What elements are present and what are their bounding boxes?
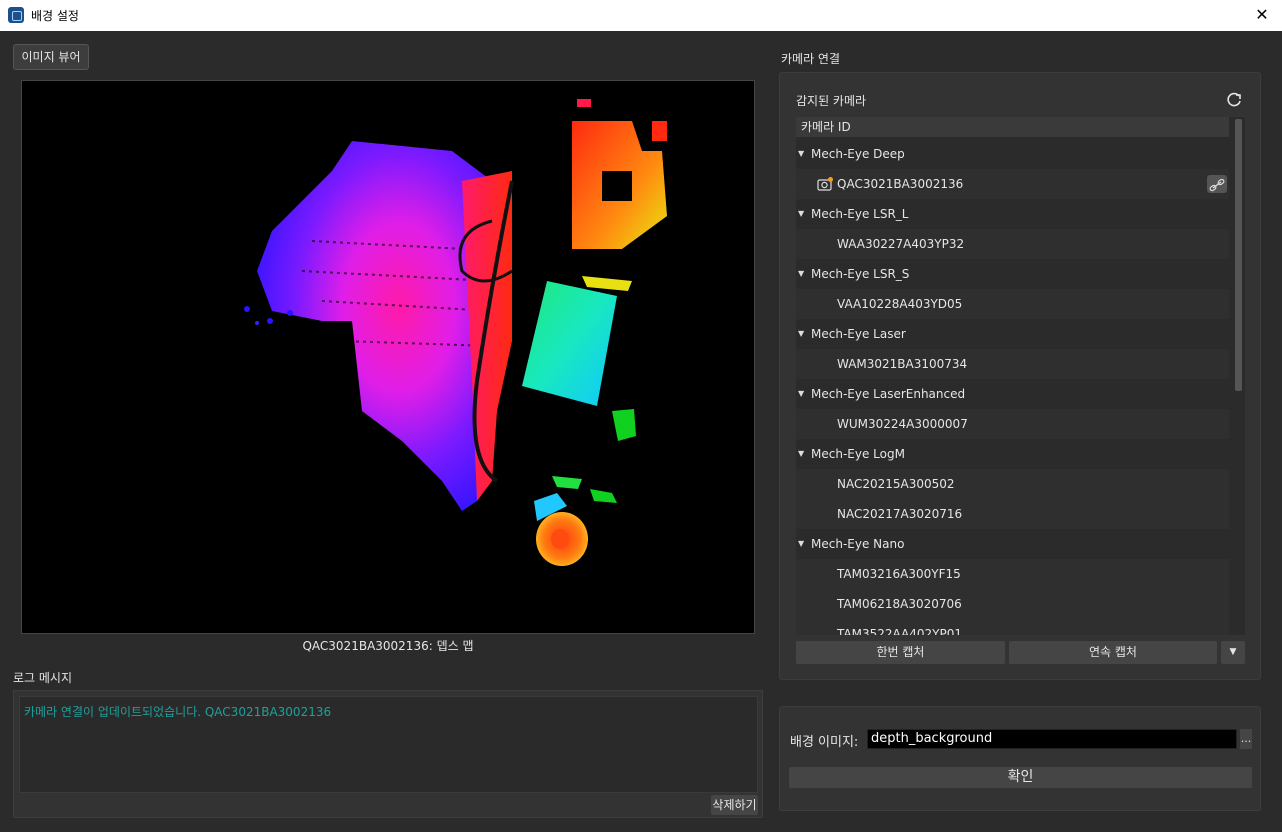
background-panel: 배경 이미지: depth_background ... 확인: [779, 706, 1261, 811]
camera-item[interactable]: VAA10228A403YD05: [796, 289, 1229, 319]
chevron-down-icon[interactable]: ▼: [798, 259, 808, 289]
camera-id: TAM03216A300YF15: [837, 567, 961, 581]
window-title: 배경 설정: [31, 9, 79, 23]
viewer-caption: QAC3021BA3002136: 뎁스 맵: [302, 639, 474, 653]
camera-panel: 감지된 카메라 카메라 ID ▼ Mech-Eye Deep QAC3021BA30…: [779, 72, 1261, 680]
camera-item[interactable]: TAM06218A3020706: [796, 589, 1229, 619]
camera-group-label: Mech-Eye LSR_S: [811, 267, 910, 281]
camera-group-label: Mech-Eye Deep: [811, 147, 905, 161]
capture-once-button[interactable]: 한번 캡처: [796, 641, 1005, 664]
camera-item[interactable]: TAM03216A300YF15: [796, 559, 1229, 589]
camera-group-label: Mech-Eye LSR_L: [811, 207, 909, 221]
camera-id: TAM06218A3020706: [837, 597, 962, 611]
camera-item[interactable]: QAC3021BA3002136: [796, 169, 1229, 199]
chevron-down-icon[interactable]: ▼: [798, 439, 808, 469]
camera-group[interactable]: ▼ Mech-Eye LSR_S: [796, 259, 1229, 289]
camera-id: VAA10228A403YD05: [837, 297, 963, 311]
camera-id: WUM30224A3000007: [837, 417, 968, 431]
detected-cameras-label: 감지된 카메라: [796, 94, 867, 108]
chevron-down-icon[interactable]: ▼: [798, 529, 808, 559]
confirm-button[interactable]: 확인: [789, 767, 1252, 788]
camera-item[interactable]: WUM30224A3000007: [796, 409, 1229, 439]
camera-tree-rows: ▼ Mech-Eye Deep QAC3021BA3002136 ▼ Mech-Eye …: [796, 139, 1229, 635]
camera-id: NAC20215A300502: [837, 477, 955, 491]
camera-id-column-header[interactable]: 카메라 ID: [796, 117, 1229, 137]
log-panel: 카메라 연결이 업데이트되었습니다. QAC3021BA3002136 삭제하기: [13, 690, 763, 818]
camera-item[interactable]: WAM3021BA3100734: [796, 349, 1229, 379]
tab-image-viewer[interactable]: 이미지 뷰어: [13, 44, 89, 70]
chevron-down-icon[interactable]: ▼: [798, 379, 808, 409]
camera-id: WAM3021BA3100734: [837, 357, 968, 371]
camera-item[interactable]: TAM3522AA402YP01: [796, 619, 1229, 635]
clear-log-button[interactable]: 삭제하기: [711, 795, 758, 815]
camera-item[interactable]: NAC20217A3020716: [796, 499, 1229, 529]
chevron-down-icon[interactable]: ▼: [798, 199, 808, 229]
camera-id: NAC20217A3020716: [837, 507, 963, 521]
camera-group-label: Mech-Eye LaserEnhanced: [811, 387, 966, 401]
camera-group[interactable]: ▼ Mech-Eye Nano: [796, 529, 1229, 559]
camera-icon: [817, 177, 833, 191]
close-icon[interactable]: ✕: [1252, 5, 1272, 25]
camera-id: WAA30227A403YP32: [837, 237, 965, 251]
chevron-down-icon[interactable]: ▼: [1221, 641, 1245, 664]
camera-group[interactable]: ▼ Mech-Eye Deep: [796, 139, 1229, 169]
log-title: 로그 메시지: [13, 671, 73, 685]
camera-group[interactable]: ▼ Mech-Eye LaserEnhanced: [796, 379, 1229, 409]
camera-item[interactable]: NAC20215A300502: [796, 469, 1229, 499]
chevron-down-icon[interactable]: ▼: [798, 139, 808, 169]
camera-group[interactable]: ▼ Mech-Eye LSR_L: [796, 199, 1229, 229]
camera-group[interactable]: ▼ Mech-Eye Laser: [796, 319, 1229, 349]
tree-scroll-thumb[interactable]: [1235, 119, 1242, 391]
background-image-label: 배경 이미지:: [790, 735, 859, 750]
refresh-icon[interactable]: [1225, 91, 1243, 109]
log-message: 카메라 연결이 업데이트되었습니다. QAC3021BA3002136: [24, 705, 332, 719]
app-icon: [8, 7, 24, 23]
camera-group-label: Mech-Eye LogM: [811, 447, 905, 461]
tree-scrollbar[interactable]: [1234, 117, 1243, 635]
log-message-box[interactable]: 카메라 연결이 업데이트되었습니다. QAC3021BA3002136: [19, 696, 758, 793]
camera-id: QAC3021BA3002136: [837, 177, 964, 191]
chevron-down-icon[interactable]: ▼: [798, 319, 808, 349]
title-bar: 배경 설정 ✕: [0, 0, 1282, 31]
depth-map-viewer[interactable]: [21, 80, 755, 634]
camera-item[interactable]: WAA30227A403YP32: [796, 229, 1229, 259]
camera-group[interactable]: ▼ Mech-Eye LogM: [796, 439, 1229, 469]
link-icon[interactable]: [1207, 175, 1227, 193]
capture-continuous-button[interactable]: 연속 캡처: [1009, 641, 1217, 664]
browse-button[interactable]: ...: [1240, 729, 1252, 749]
background-image-input[interactable]: depth_background: [867, 729, 1237, 749]
camera-group-label: Mech-Eye Nano: [811, 537, 905, 551]
camera-section-title: 카메라 연결: [781, 52, 841, 66]
camera-id: TAM3522AA402YP01: [837, 627, 962, 635]
camera-group-label: Mech-Eye Laser: [811, 327, 906, 341]
camera-tree[interactable]: 카메라 ID ▼ Mech-Eye Deep QAC3021BA3002136 ▼ Me…: [796, 117, 1245, 635]
depth-map-image: [244, 99, 667, 566]
